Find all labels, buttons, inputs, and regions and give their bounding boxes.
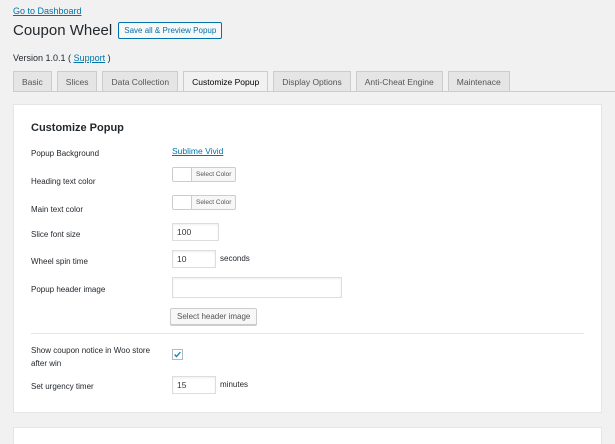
minutes-suffix: minutes <box>220 380 249 389</box>
tab-customize-popup[interactable]: Customize Popup <box>183 71 269 92</box>
next-section-panel <box>13 427 602 444</box>
page-title: Coupon Wheel <box>13 22 113 39</box>
wheel-spin-time-input[interactable] <box>172 250 216 268</box>
heading-color-label: Heading text color <box>31 177 96 186</box>
go-to-dashboard-link[interactable]: Go to Dashboard <box>13 6 82 16</box>
tab-display-options[interactable]: Display Options <box>273 71 351 92</box>
slice-font-size-input[interactable] <box>172 223 219 241</box>
popup-background-link[interactable]: Sublime Vivid <box>172 146 223 156</box>
checkmark-icon <box>174 351 181 358</box>
coupon-notice-checkbox[interactable] <box>172 349 183 360</box>
urgency-timer-input[interactable] <box>172 376 216 394</box>
section-divider <box>31 333 584 334</box>
tabs-divider <box>13 91 615 92</box>
heading-color-swatch <box>173 168 192 181</box>
customize-popup-panel: Customize Popup Popup Background Sublime… <box>13 104 602 413</box>
tab-data-collection[interactable]: Data Collection <box>102 71 179 92</box>
panel-title: Customize Popup <box>31 122 124 134</box>
version-close: ) <box>107 53 111 63</box>
main-color-picker[interactable]: Select Color <box>172 195 237 210</box>
tab-basic[interactable]: Basic <box>13 71 52 92</box>
settings-tabs: Basic Slices Data Collection Customize P… <box>13 71 515 92</box>
main-select-color-label: Select Color <box>196 199 232 206</box>
tab-slices[interactable]: Slices <box>56 71 98 92</box>
version-text: Version 1.0.1 ( <box>13 53 72 63</box>
tab-maintenace[interactable]: Maintenace <box>447 71 510 92</box>
version-info: Version 1.0.1 ( Support ) <box>13 53 111 63</box>
support-link[interactable]: Support <box>74 53 106 63</box>
main-color-label: Main text color <box>31 205 84 214</box>
tab-anti-cheat-engine[interactable]: Anti-Cheat Engine <box>355 71 443 92</box>
heading-select-color-label: Select Color <box>196 171 232 178</box>
header-image-label: Popup header image <box>31 285 106 294</box>
popup-background-label: Popup Background <box>31 149 100 158</box>
heading-color-picker[interactable]: Select Color <box>172 167 237 182</box>
header-image-input[interactable] <box>172 277 342 298</box>
coupon-notice-label: Show coupon notice in Woo store after wi… <box>31 346 151 368</box>
slice-font-size-label: Slice font size <box>31 230 81 239</box>
save-preview-button[interactable]: Save all & Preview Popup <box>118 22 223 39</box>
urgency-timer-label: Set urgency timer <box>31 382 94 391</box>
wheel-spin-time-label: Wheel spin time <box>31 257 88 266</box>
title-row: Coupon Wheel Save all & Preview Popup <box>13 22 223 39</box>
select-header-image-button[interactable]: Select header image <box>170 308 258 325</box>
main-color-swatch <box>173 196 192 209</box>
seconds-suffix: seconds <box>220 254 250 263</box>
